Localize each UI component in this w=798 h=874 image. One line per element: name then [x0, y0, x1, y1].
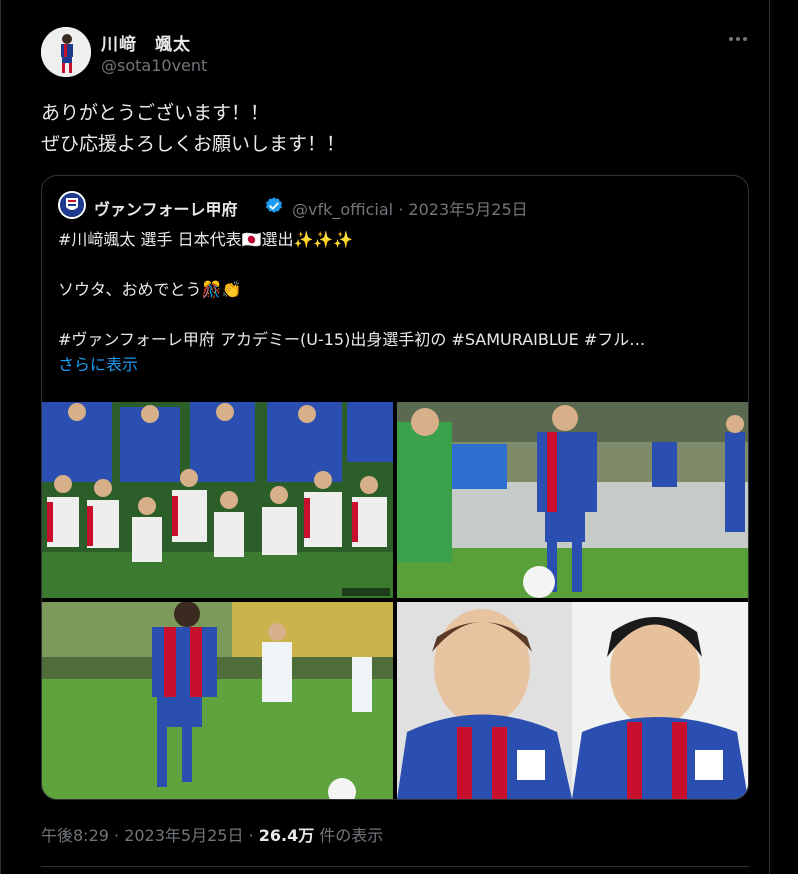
- quoted-post[interactable]: ヴァンフォーレ甲府 @vfk_official · 2023年5月25日 #川﨑…: [41, 175, 749, 800]
- more-icon[interactable]: [723, 28, 753, 50]
- quote-author-avatar[interactable]: [58, 191, 86, 219]
- post-line-1: ありがとうございます！！: [41, 102, 270, 124]
- author-avatar[interactable]: [41, 27, 91, 77]
- show-more-link[interactable]: さらに表示: [58, 353, 738, 378]
- photo-team-group[interactable]: [42, 402, 393, 598]
- photo-portraits[interactable]: [397, 602, 748, 799]
- view-label: 件の表示: [314, 826, 384, 845]
- quote-text: #川﨑颯太 選手 日本代表🇯🇵選出✨✨✨ ソウタ、おめでとう🎊👏 #ヴァンフォー…: [58, 228, 738, 378]
- post-footer: 午後8:29 · 2023年5月25日 · 26.4万 件の表示: [41, 822, 383, 846]
- post-line-2: ぜひ応援よろしくお願いします！！: [41, 133, 346, 155]
- quote-line-1: #川﨑颯太 選手 日本代表🇯🇵選出✨✨✨: [58, 230, 354, 249]
- divider: [41, 866, 749, 867]
- meta-separator: ·: [398, 200, 404, 219]
- author-name[interactable]: 川﨑 颯太: [101, 30, 191, 55]
- post-text: ありがとうございます！！ ぜひ応援よろしくお願いします！！: [41, 98, 345, 160]
- quote-meta: @vfk_official · 2023年5月25日: [292, 196, 528, 220]
- quote-author-name[interactable]: ヴァンフォーレ甲府: [94, 196, 238, 220]
- media-grid: [42, 402, 748, 799]
- column-border-left: [0, 0, 1, 874]
- author-handle[interactable]: @sota10vent: [101, 56, 207, 75]
- quote-date[interactable]: 2023年5月25日: [408, 200, 527, 219]
- photo-match-youth[interactable]: [397, 402, 748, 598]
- photo-dribbling[interactable]: [42, 602, 393, 799]
- view-count: 26.4万: [258, 826, 315, 845]
- quote-line-2: ソウタ、おめでとう🎊👏: [58, 280, 242, 299]
- verified-badge-icon: [264, 196, 284, 216]
- quote-line-3: #ヴァンフォーレ甲府 アカデミー(U-15)出身選手初の #SAMURAIBLU…: [58, 330, 646, 349]
- quote-author-handle[interactable]: @vfk_official: [292, 200, 393, 219]
- column-border-right: [769, 0, 770, 874]
- post-timestamp[interactable]: 午後8:29 · 2023年5月25日 ·: [41, 826, 259, 845]
